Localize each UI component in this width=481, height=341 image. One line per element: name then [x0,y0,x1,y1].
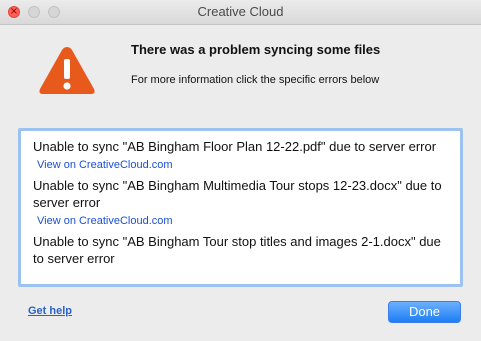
dialog-heading: There was a problem syncing some files [131,42,381,57]
view-on-creativecloud-link[interactable]: View on CreativeCloud.com [37,215,173,227]
get-help-link[interactable]: Get help [28,305,72,317]
done-button[interactable]: Done [388,301,461,323]
dialog-window: × Creative Cloud There was a problem syn… [0,0,481,341]
title-bar[interactable]: × Creative Cloud [0,0,481,25]
error-item: Unable to sync "AB Bingham Floor Plan 12… [33,138,453,173]
error-message: Unable to sync "AB Bingham Floor Plan 12… [33,139,437,154]
window-title: Creative Cloud [197,4,284,19]
error-item: Unable to sync "AB Bingham Tour stop tit… [33,233,453,267]
error-message: Unable to sync "AB Bingham Tour stop tit… [33,234,441,266]
warning-triangle-icon [39,47,95,94]
error-list-content: Unable to sync "AB Bingham Floor Plan 12… [33,138,453,271]
error-message: Unable to sync "AB Bingham Multimedia To… [33,178,442,210]
error-list[interactable]: Unable to sync "AB Bingham Floor Plan 12… [18,128,463,287]
view-on-creativecloud-link[interactable]: View on CreativeCloud.com [37,159,173,171]
error-item: Unable to sync "AB Bingham Multimedia To… [33,177,453,229]
dialog-subheading: For more information click the specific … [131,74,380,86]
